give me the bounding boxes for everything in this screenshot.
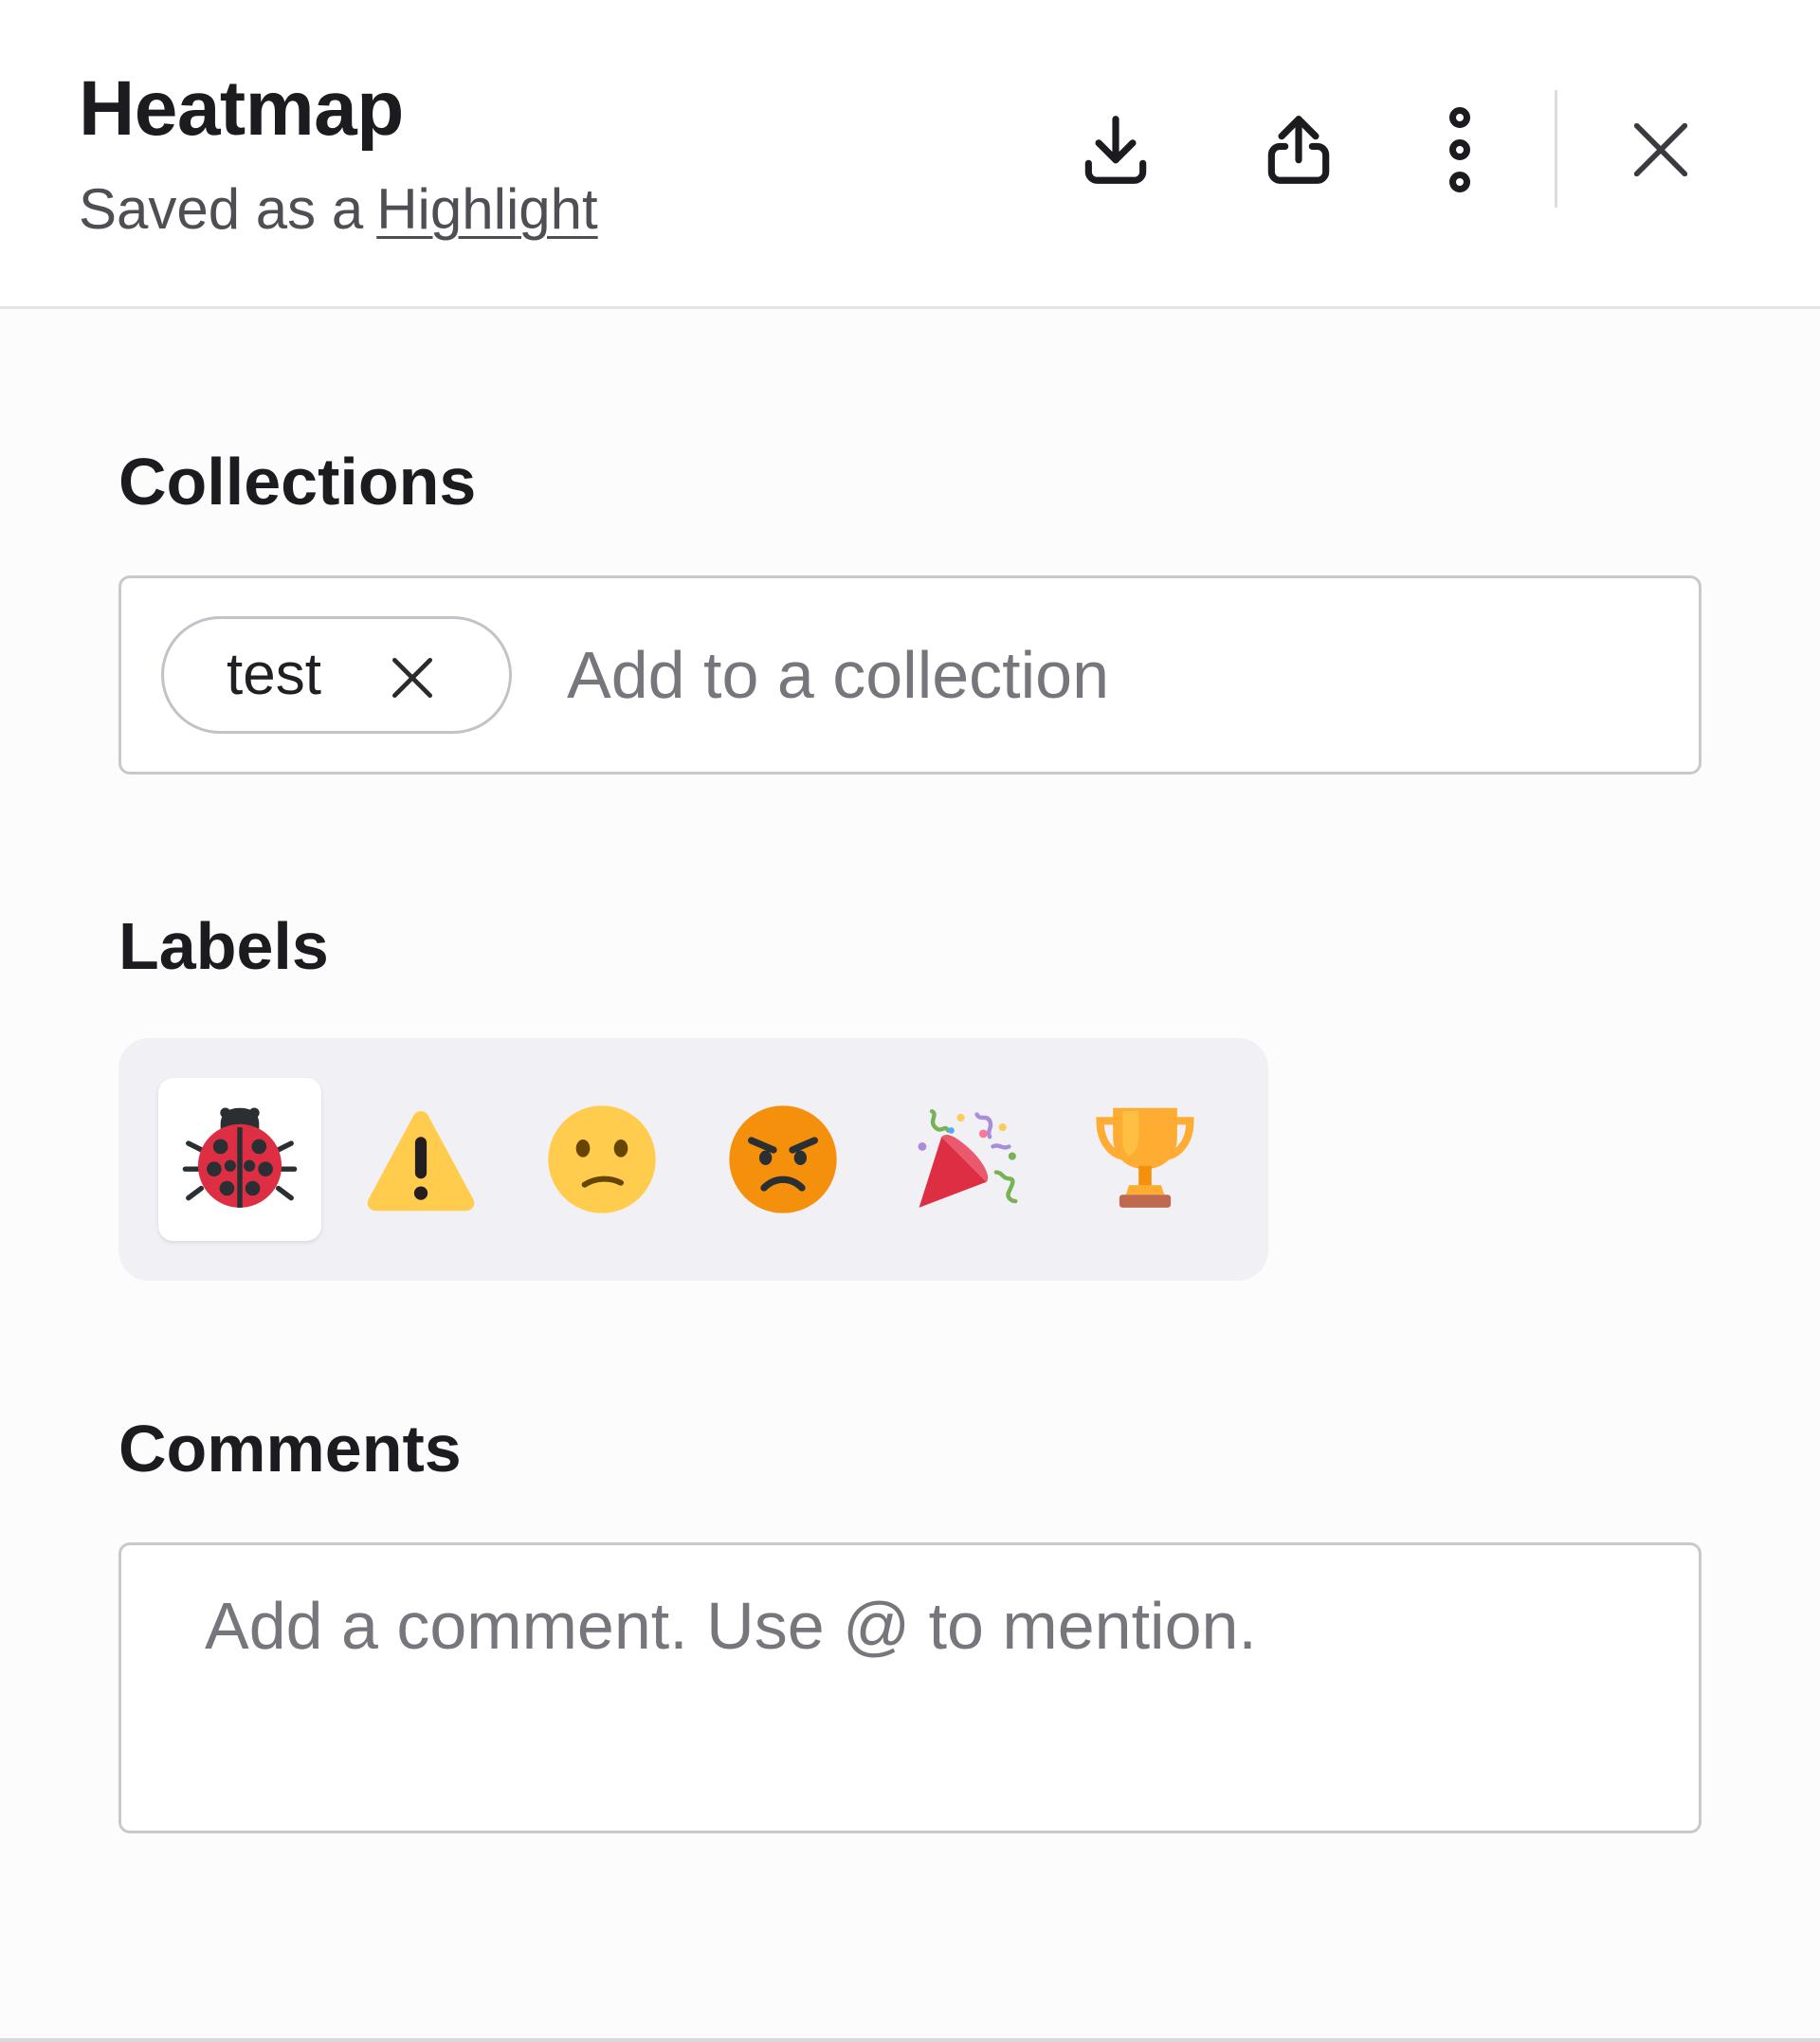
panel-header: Heatmap Saved as a Highlight [0, 0, 1820, 309]
label-party[interactable] [883, 1078, 1046, 1241]
collection-tag: test [161, 616, 512, 734]
add-collection-input[interactable] [567, 616, 1657, 734]
more-vertical-icon [1449, 107, 1470, 192]
highlight-link[interactable]: Highlight [376, 177, 597, 241]
comments-heading: Comments [118, 1412, 462, 1486]
collections-heading: Collections [118, 445, 477, 519]
close-panel-button[interactable] [1604, 93, 1718, 207]
confused-face-icon [548, 1105, 656, 1213]
close-icon [1633, 122, 1688, 177]
label-confused[interactable] [520, 1078, 683, 1241]
comment-input[interactable] [205, 1583, 1646, 1801]
labels-heading: Labels [118, 909, 329, 983]
labels-picker [118, 1038, 1268, 1281]
warning-icon [367, 1111, 475, 1212]
label-warning[interactable] [339, 1078, 502, 1241]
label-trophy[interactable] [1064, 1078, 1227, 1241]
more-options-button[interactable] [1403, 93, 1517, 207]
collections-field[interactable]: test [118, 575, 1702, 775]
subtitle-prefix: Saved as a [79, 177, 364, 241]
comments-field [118, 1542, 1702, 1833]
download-button[interactable] [1059, 93, 1173, 207]
trophy-icon [1096, 1107, 1194, 1208]
highlight-details-panel: Heatmap Saved as a Highlight Collections… [0, 0, 1820, 2042]
remove-collection-tag-button[interactable] [380, 646, 445, 710]
angry-face-icon [729, 1105, 837, 1213]
share-icon [1267, 116, 1330, 184]
page-title: Heatmap [79, 65, 404, 152]
label-angry[interactable] [701, 1078, 864, 1241]
download-icon [1084, 116, 1147, 184]
header-divider [1555, 90, 1557, 208]
share-button[interactable] [1242, 93, 1356, 207]
saved-as-subtitle: Saved as a Highlight [79, 176, 598, 243]
close-icon [392, 658, 432, 698]
ladybug-icon [182, 1107, 298, 1208]
party-popper-icon [918, 1108, 1018, 1208]
label-bug[interactable] [158, 1078, 321, 1241]
collection-tag-label: test [227, 642, 321, 707]
